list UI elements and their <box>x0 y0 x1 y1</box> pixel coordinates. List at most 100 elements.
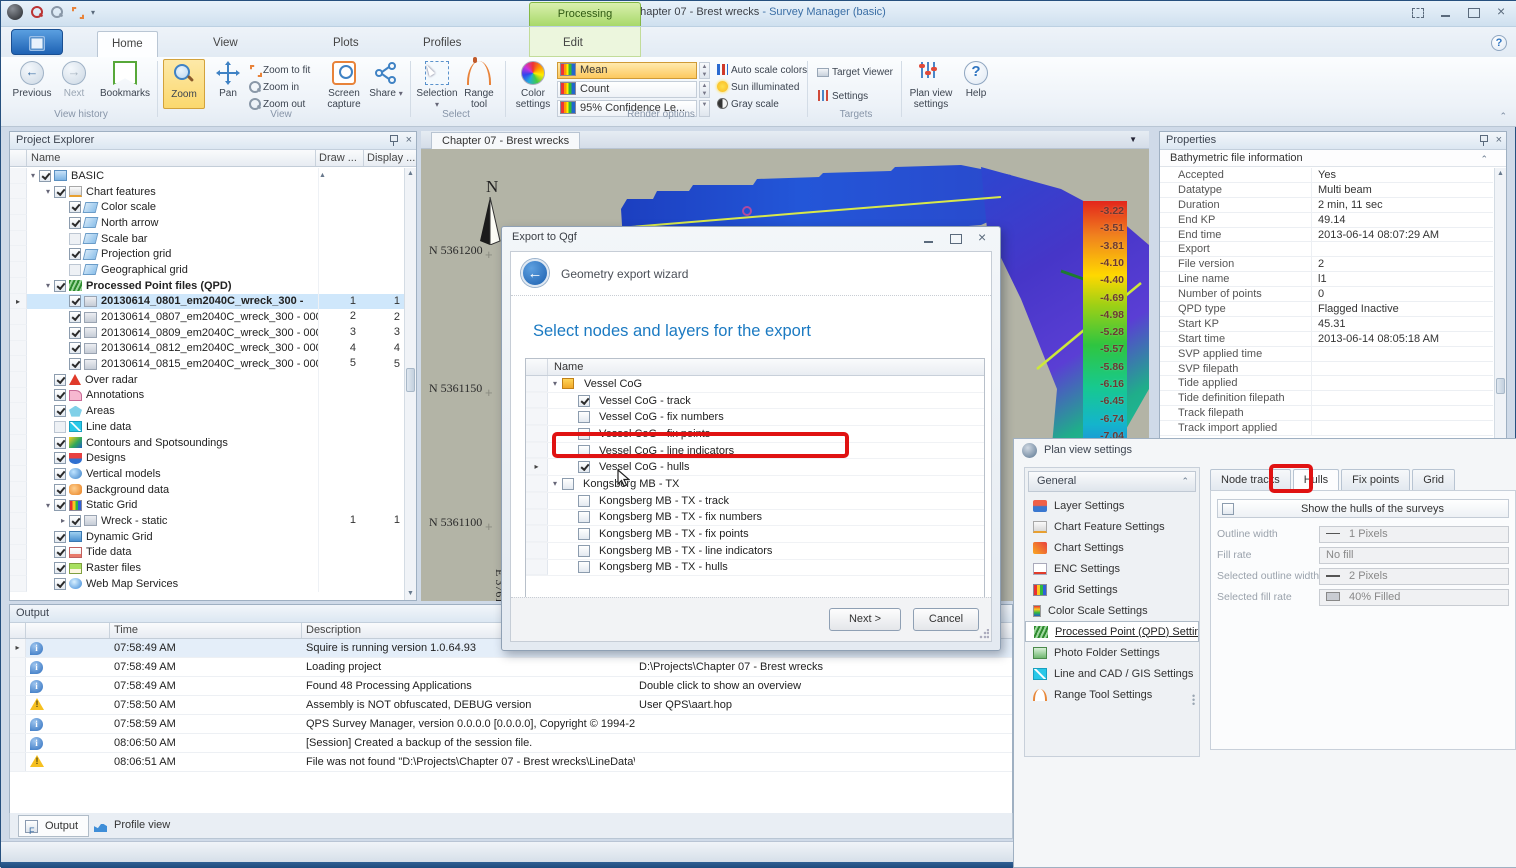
property-row[interactable]: Track filepath <box>1160 406 1493 421</box>
tree-row[interactable]: Projection grid <box>10 246 404 262</box>
settings-item-grid-settings[interactable]: Grid Settings <box>1025 579 1199 600</box>
property-row[interactable]: Line namel1 <box>1160 272 1493 287</box>
back-button[interactable]: ← <box>521 259 549 287</box>
render-mode-count[interactable]: Count <box>557 81 697 98</box>
checkbox[interactable] <box>54 531 66 543</box>
log-row[interactable]: i08:06:50 AM[Session] Created a backup o… <box>10 734 1012 753</box>
close-icon[interactable]: × <box>406 134 412 147</box>
checkbox[interactable] <box>578 445 590 457</box>
splitter-dots[interactable]: ••• <box>1192 694 1195 706</box>
expander-icon[interactable]: ▾ <box>42 501 54 510</box>
export-node-row[interactable]: Kongsberg MB - TX - line indicators <box>526 543 984 560</box>
settings-item-range-tool-settings[interactable]: Range Tool Settings <box>1025 684 1199 705</box>
checkbox[interactable] <box>69 233 81 245</box>
settings-item-layer-settings[interactable]: Layer Settings <box>1025 495 1199 516</box>
tree-row[interactable]: Annotations <box>10 388 404 404</box>
pin-icon[interactable] <box>1479 134 1488 146</box>
property-row[interactable]: End KP49.14 <box>1160 213 1493 228</box>
tree-row[interactable]: Background data <box>10 482 404 498</box>
tree-row[interactable]: Over radar <box>10 372 404 388</box>
show-hulls-checkbox[interactable] <box>1222 503 1234 515</box>
property-row[interactable]: SVP applied time <box>1160 347 1493 362</box>
checkbox[interactable] <box>54 578 66 590</box>
checkbox[interactable] <box>69 201 81 213</box>
settings-item-chart-settings[interactable]: Chart Settings <box>1025 537 1199 558</box>
field-value[interactable]: 1 Pixels <box>1319 526 1509 543</box>
property-row[interactable]: Export <box>1160 242 1493 257</box>
pan-button[interactable]: Pan <box>207 59 249 109</box>
tree-row[interactable]: Areas <box>10 403 404 419</box>
help-button[interactable]: ? Help <box>957 59 995 109</box>
checkbox[interactable] <box>54 452 66 464</box>
collapse-icon[interactable]: ⌃ <box>1480 151 1488 167</box>
property-row[interactable]: Duration2 min, 11 sec <box>1160 198 1493 213</box>
ribbon-collapse-icon[interactable]: ⌃ <box>1499 111 1507 122</box>
export-node-row[interactable]: Kongsberg MB - TX - fix points <box>526 526 984 543</box>
tree-row[interactable]: ▸Wreck - static11 <box>10 513 404 529</box>
range-tool-button[interactable]: Range tool <box>459 59 499 109</box>
log-row[interactable]: i07:58:59 AMQPS Survey Manager, version … <box>10 715 1012 734</box>
tab-plots[interactable]: Plots <box>319 31 373 57</box>
share-button[interactable]: Share ▾ <box>367 59 405 109</box>
export-node-row[interactable]: Kongsberg MB - TX - track <box>526 493 984 510</box>
tab-profile-view[interactable]: Profile view <box>88 815 180 837</box>
expander-icon[interactable]: ▾ <box>27 171 39 180</box>
target-viewer-button[interactable]: Target Viewer <box>817 65 893 81</box>
checkbox[interactable] <box>69 217 81 229</box>
resize-grip[interactable] <box>979 629 989 639</box>
screen-capture-button[interactable]: Screen capture <box>321 59 367 109</box>
checkbox[interactable] <box>54 374 66 386</box>
close-button[interactable] <box>976 233 990 245</box>
checkbox[interactable] <box>578 395 590 407</box>
export-node-row[interactable]: ▾Kongsberg MB - TX <box>526 476 984 493</box>
checkbox[interactable] <box>54 562 66 574</box>
settings-button[interactable]: Settings <box>817 89 868 105</box>
checkbox[interactable] <box>578 428 590 440</box>
tree-row[interactable]: ▾BASIC <box>10 168 404 184</box>
checkbox[interactable] <box>39 170 51 182</box>
checkbox[interactable] <box>578 461 590 473</box>
property-row[interactable]: Track import applied <box>1160 421 1493 436</box>
checkbox[interactable] <box>54 546 66 558</box>
tree-row[interactable]: Raster files <box>10 560 404 576</box>
tree-row[interactable]: Geographical grid <box>10 262 404 278</box>
checkbox[interactable] <box>562 478 574 490</box>
selection-button[interactable]: Selection ▾ <box>415 59 459 109</box>
checkbox[interactable] <box>578 511 590 523</box>
properties-section-header[interactable]: Bathymetric file information ⌃ <box>1160 150 1506 167</box>
show-hulls-row[interactable]: Show the hulls of the surveys <box>1217 499 1509 518</box>
checkbox[interactable] <box>54 484 66 496</box>
zoom-in-button[interactable]: Zoom in <box>249 80 299 96</box>
tree-row[interactable]: ▾Static Grid <box>10 497 404 513</box>
render-mode-count-spinner[interactable]: ▲▼ <box>699 81 710 98</box>
tree-scrollbar[interactable]: ▲▼ <box>404 168 416 600</box>
plan-view-settings-button[interactable]: Plan view settings <box>907 59 955 109</box>
zoom-button[interactable]: Zoom <box>163 59 205 109</box>
log-row[interactable]: i07:58:49 AMFound 48 Processing Applicat… <box>10 677 1012 696</box>
tree-row[interactable]: Color scale <box>10 199 404 215</box>
property-row[interactable]: Number of points0 <box>1160 287 1493 302</box>
property-row[interactable]: Tide definition filepath <box>1160 391 1493 406</box>
checkbox[interactable] <box>69 342 81 354</box>
checkbox[interactable] <box>578 545 590 557</box>
checkbox[interactable] <box>578 561 590 573</box>
tree-row[interactable]: Dynamic Grid <box>10 529 404 545</box>
checkbox[interactable] <box>54 186 66 198</box>
settings-item-line-and-cad-gis-settings[interactable]: Line and CAD / GIS Settings <box>1025 663 1199 684</box>
checkbox[interactable] <box>54 421 66 433</box>
checkbox[interactable] <box>54 389 66 401</box>
field-value[interactable]: 40% Filled <box>1319 589 1509 606</box>
export-node-row[interactable]: ▾Vessel CoG <box>526 376 984 393</box>
tree-row[interactable]: 20130614_0812_em2040C_wreck_300 - 000144 <box>10 341 404 357</box>
tree-row[interactable]: ▾Processed Point files (QPD) <box>10 278 404 294</box>
property-row[interactable]: AcceptedYes <box>1160 168 1493 183</box>
expander-icon[interactable]: ▾ <box>42 187 54 196</box>
export-node-row[interactable]: Vessel CoG - fix numbers <box>526 409 984 426</box>
close-button[interactable] <box>1495 7 1509 19</box>
tree-row[interactable]: Web Map Services <box>10 576 404 592</box>
tree-row[interactable]: Tide data <box>10 545 404 561</box>
checkbox[interactable] <box>54 405 66 417</box>
tab-output[interactable]: Output <box>18 815 89 837</box>
checkbox[interactable] <box>578 528 590 540</box>
pin-icon[interactable] <box>389 134 398 146</box>
